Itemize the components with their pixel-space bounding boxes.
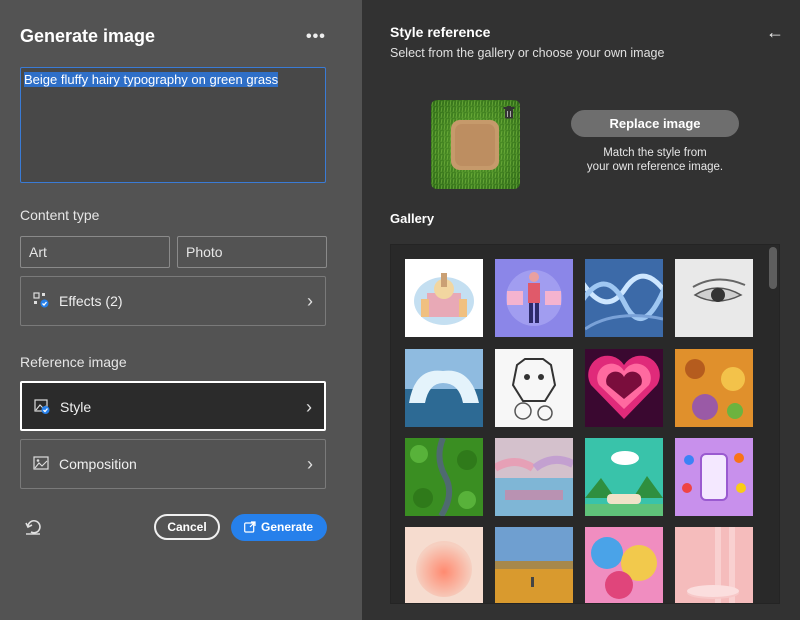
cancel-button[interactable]: Cancel — [154, 514, 220, 540]
trash-icon[interactable] — [503, 106, 515, 119]
gallery-item-tiger-sketch[interactable] — [495, 349, 573, 427]
composition-label: Composition — [59, 456, 137, 472]
gallery-item-ice-arch[interactable] — [405, 349, 483, 427]
style-reference-title: Style reference — [390, 24, 491, 40]
composition-row[interactable]: Composition › — [20, 439, 326, 489]
gallery-item-gradient-orb[interactable] — [405, 527, 483, 603]
generate-button[interactable]: Generate — [231, 514, 327, 541]
gallery-item-pink-podium[interactable] — [675, 527, 753, 603]
content-type-photo-button[interactable]: Photo — [177, 236, 327, 268]
generate-label: Generate — [261, 520, 314, 534]
gallery-item-aerial-forest[interactable] — [405, 438, 483, 516]
match-style-line-1: Match the style from — [603, 147, 707, 159]
gallery-item-painted-field[interactable] — [495, 527, 573, 603]
gallery-item-colorful-powder[interactable] — [585, 527, 663, 603]
gallery-scrollbar[interactable] — [769, 247, 777, 289]
content-type-label: Content type — [20, 207, 100, 223]
gallery-item-3d-landscape[interactable] — [585, 438, 663, 516]
effects-row[interactable]: Effects (2) › — [20, 276, 326, 326]
match-style-line-2: your own reference image. — [586, 161, 724, 173]
effects-label: Effects (2) — [59, 293, 123, 309]
gallery-grid[interactable] — [390, 244, 780, 604]
generate-panel: Generate image ••• Beige fluffy hairy ty… — [0, 0, 362, 620]
gallery-item-abstract-orange[interactable] — [675, 349, 753, 427]
style-label: Style — [60, 399, 92, 415]
chevron-right-icon: › — [306, 397, 312, 417]
gallery-item-illustration-person[interactable] — [495, 259, 573, 337]
content-type-art-button[interactable]: Art — [20, 236, 170, 268]
gallery-item-neon-heart[interactable] — [585, 349, 663, 427]
chevron-right-icon: › — [307, 454, 313, 474]
match-style-text: Match the style from your own reference … — [571, 146, 739, 174]
arrow-left-icon[interactable]: ← — [766, 22, 784, 43]
chevron-right-icon: › — [307, 291, 313, 311]
reference-image-thumbnail[interactable] — [431, 100, 520, 189]
gallery-label: Gallery — [390, 211, 435, 226]
effects-icon — [33, 292, 49, 308]
generate-icon — [244, 521, 256, 533]
style-reference-subtitle: Select from the gallery or choose your o… — [390, 46, 665, 60]
more-icon[interactable]: ••• — [306, 28, 326, 46]
reference-image-label: Reference image — [20, 354, 127, 370]
reset-icon[interactable] — [24, 518, 42, 536]
gallery-item-watercolor-city[interactable] — [405, 259, 483, 337]
style-icon — [34, 399, 50, 414]
prompt-text: Beige fluffy hairy typography on green g… — [24, 72, 279, 87]
gallery-item-sketch-eye[interactable] — [675, 259, 753, 337]
style-row[interactable]: Style › — [20, 381, 326, 431]
style-reference-panel: Style reference Select from the gallery … — [362, 0, 800, 620]
gallery-item-hands-art[interactable] — [495, 438, 573, 516]
composition-icon — [33, 456, 49, 470]
prompt-input[interactable]: Beige fluffy hairy typography on green g… — [20, 67, 326, 183]
panel-title: Generate image — [20, 26, 156, 46]
gallery-item-dna-helix[interactable] — [585, 259, 663, 337]
replace-image-button[interactable]: Replace image — [571, 110, 739, 137]
gallery-item-social-phone[interactable] — [675, 438, 753, 516]
